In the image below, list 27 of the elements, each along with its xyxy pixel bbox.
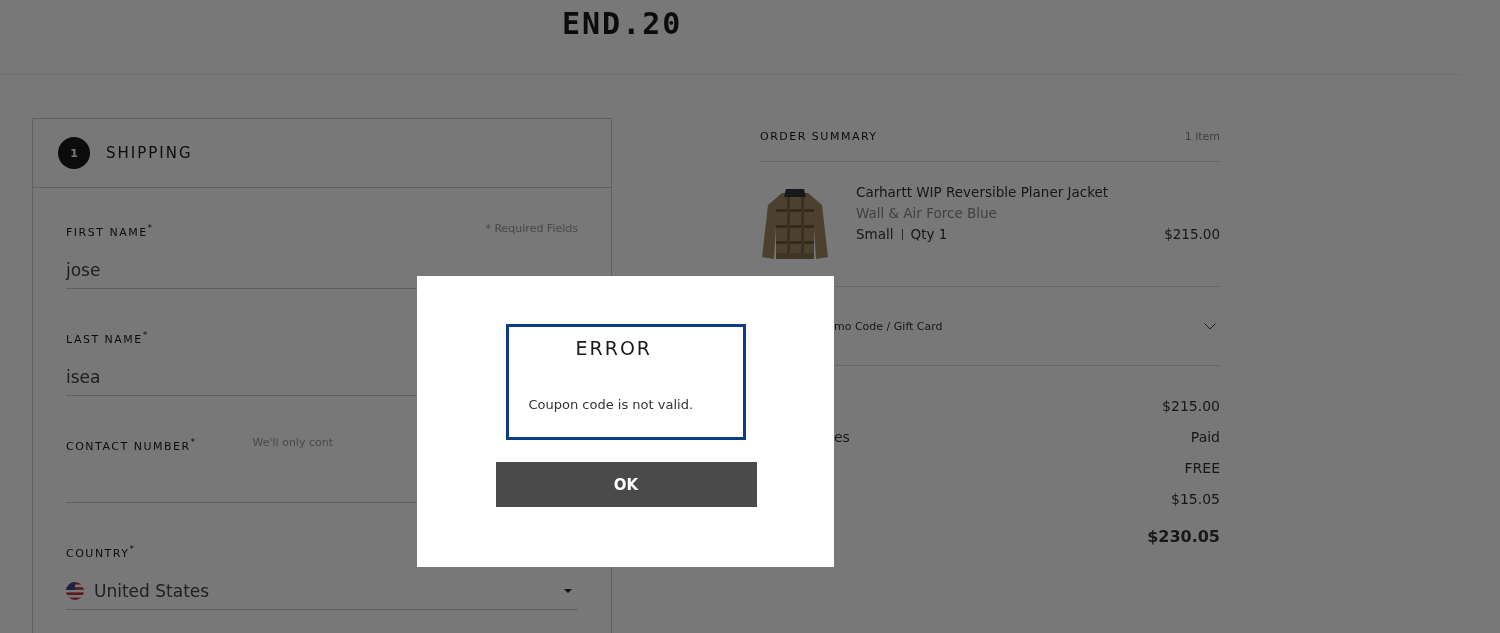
dialog-title: ERROR <box>575 337 654 359</box>
total-value: $15.05 <box>1171 490 1220 507</box>
flag-icon <box>66 582 84 600</box>
total-value: FREE <box>1184 459 1220 476</box>
product-price: $215.00 <box>1164 226 1220 242</box>
step-number: 1 <box>58 137 90 169</box>
item-count: 1 item <box>1184 129 1220 143</box>
total-value: $215.00 <box>1162 397 1220 414</box>
ok-button[interactable]: OK <box>495 462 757 507</box>
summary-title: ORDER SUMMARY <box>760 129 878 143</box>
product-quantity: Qty 1 <box>910 226 948 242</box>
product-size: Small <box>856 226 894 242</box>
total-value: Paid <box>1190 428 1220 445</box>
error-message: Coupon code is not valid. <box>528 397 695 412</box>
section-title: SHIPPING <box>106 144 193 162</box>
field-label: LAST NAME$^{*}$ <box>66 329 149 345</box>
caret-icon <box>564 589 572 593</box>
product-color: Wall & Air Force Blue <box>856 205 998 221</box>
product-name[interactable]: Carhartt WIP Reversible Planer Jacket <box>856 184 1220 200</box>
grand-total: $230.05 <box>1147 526 1220 546</box>
promo-toggle[interactable]: mo Code / Gift Card <box>834 319 943 333</box>
field-label: COUNTRY$^{*}$ <box>66 543 136 559</box>
field-label: FIRST NAME$^{*}$ <box>66 222 154 238</box>
logo[interactable]: END.20 <box>562 6 683 42</box>
total-label: es <box>834 428 850 445</box>
country-select[interactable]: United States <box>66 573 578 610</box>
field-label: CONTACT NUMBER$^{*}$ <box>66 436 197 452</box>
